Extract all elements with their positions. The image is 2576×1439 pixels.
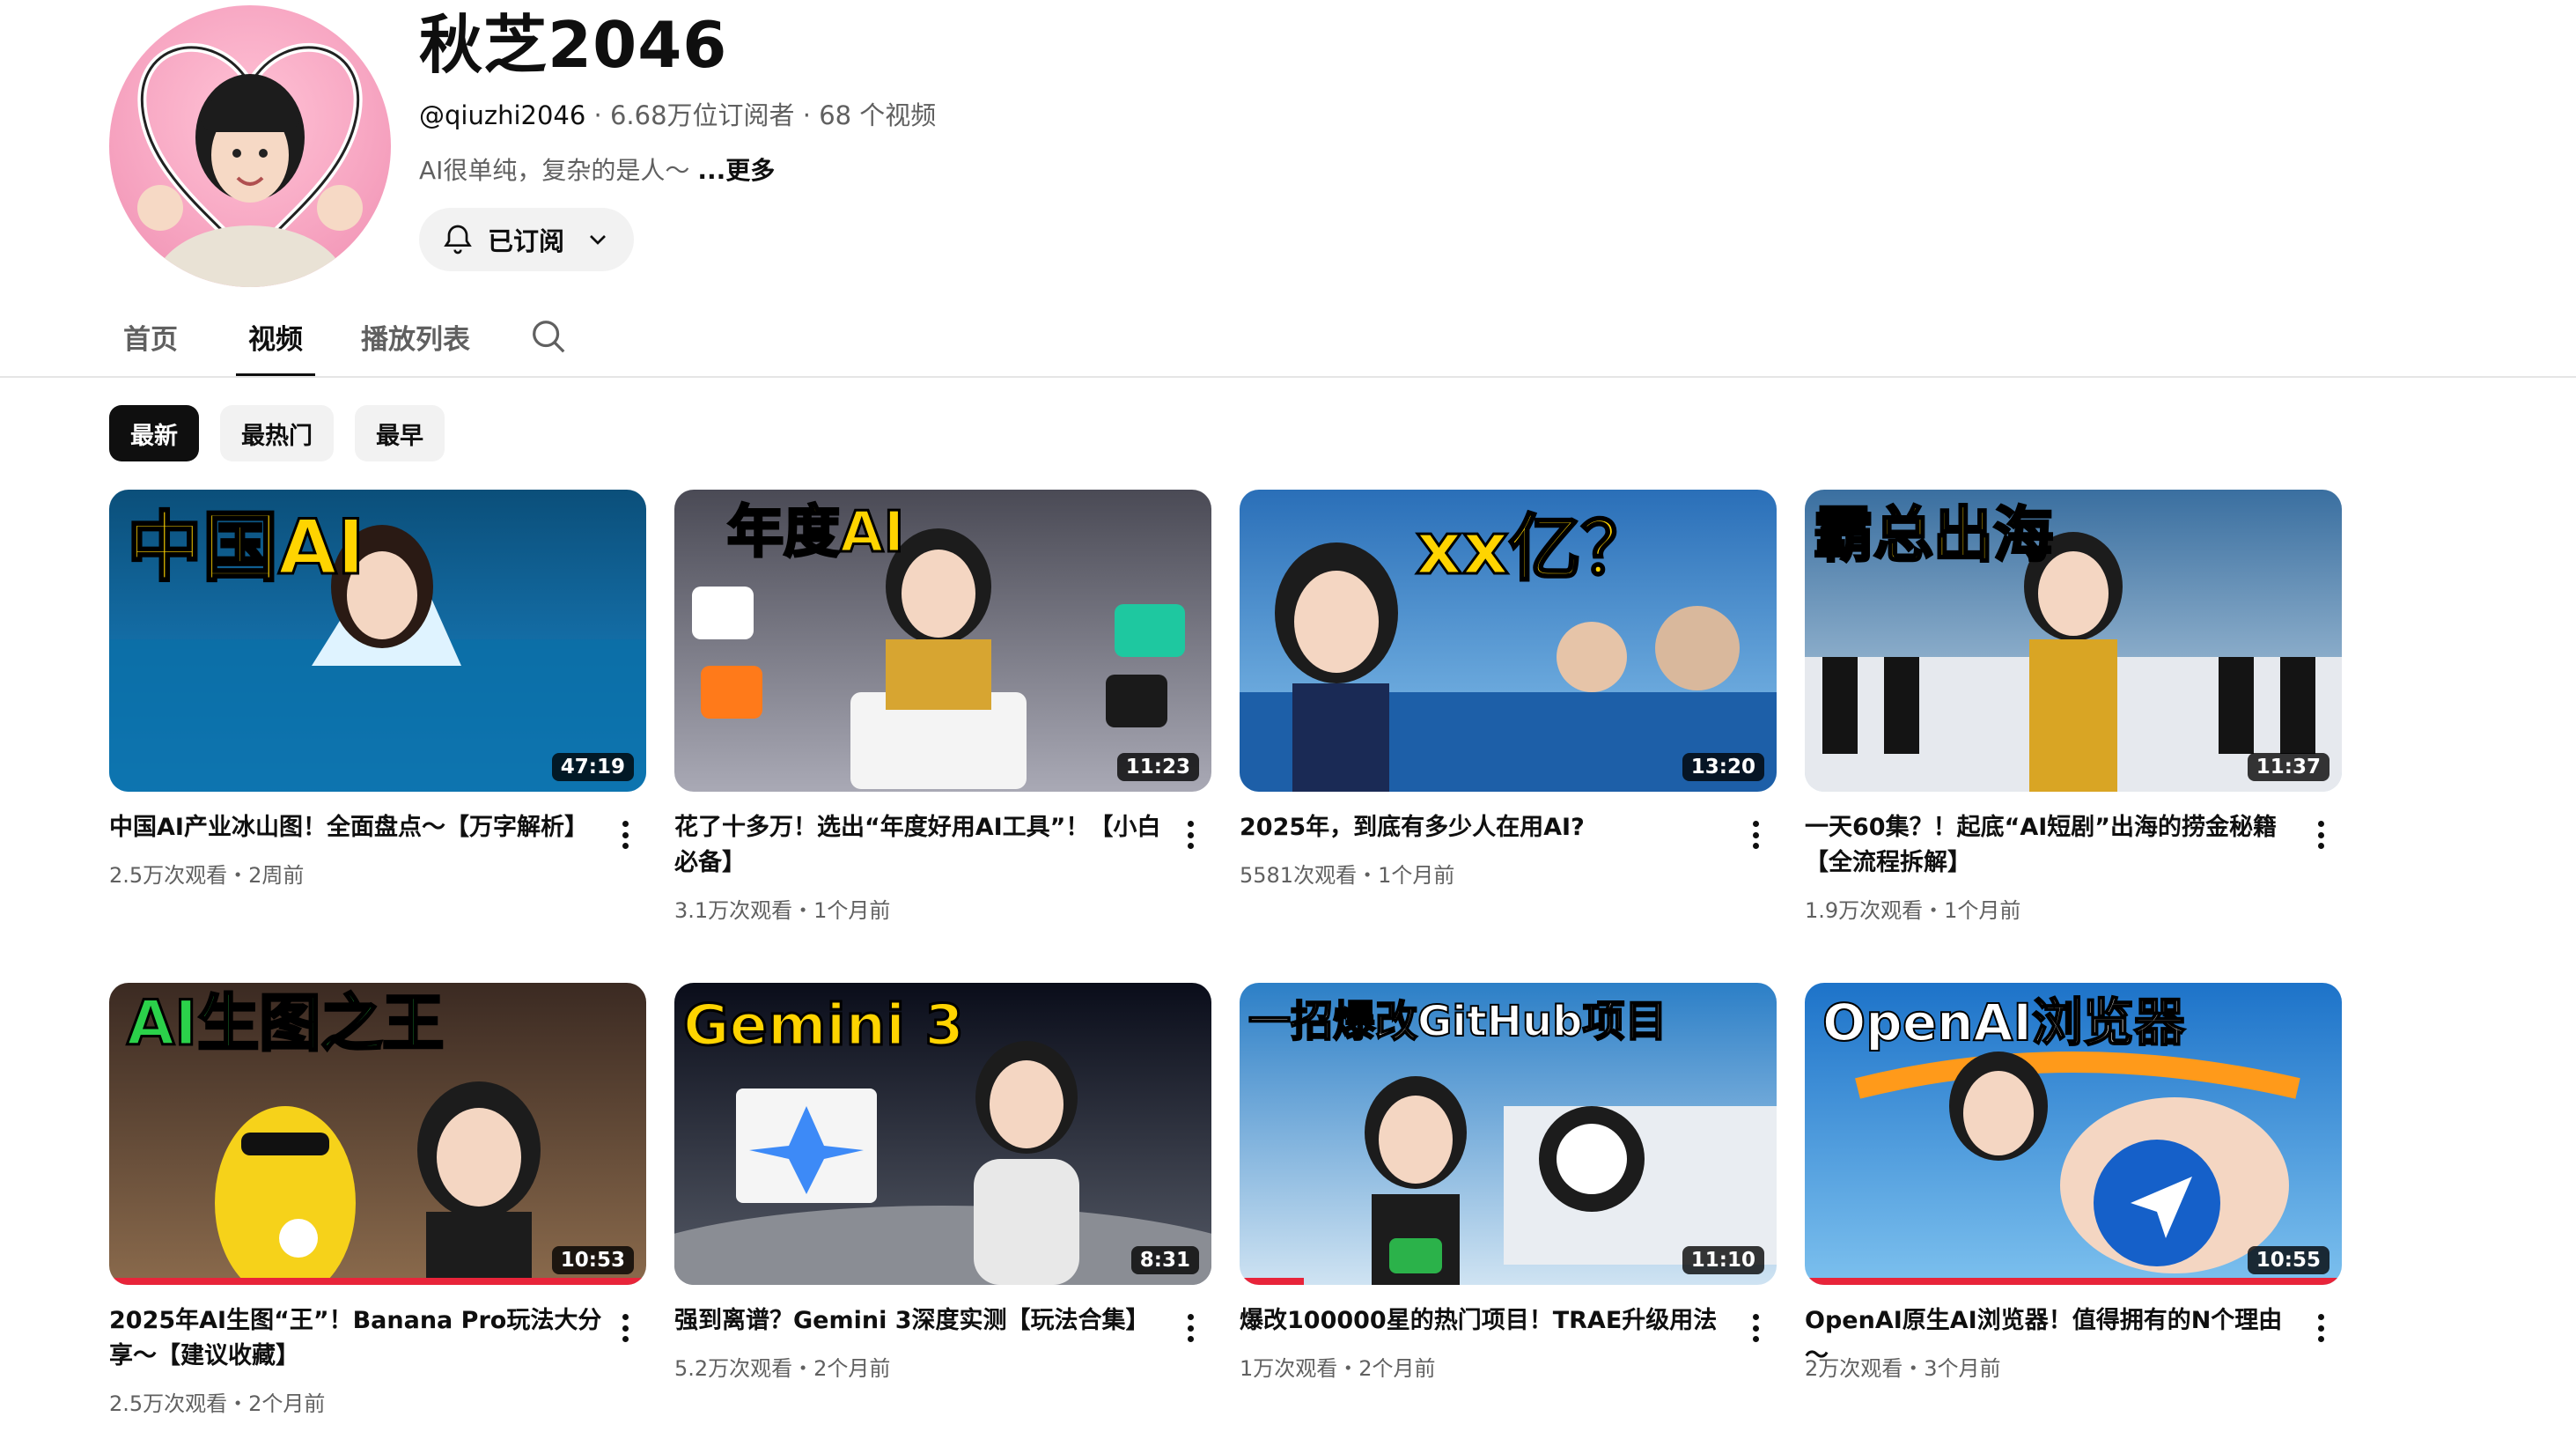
video-title[interactable]: 中国AI产业冰山图！全面盘点～【万字解析】 xyxy=(109,810,602,845)
chip-oldest[interactable]: 最早 xyxy=(355,405,445,461)
video-duration: 8:31 xyxy=(1130,1246,1199,1274)
description-text: AI很单纯，复杂的是人～ xyxy=(419,156,698,185)
thumbnail-title: 一招爆改GitHub项目 xyxy=(1248,997,1667,1046)
thumbnail-title: xx亿？ xyxy=(1416,507,1653,591)
tab-playlists[interactable]: 播放列表 xyxy=(361,296,470,377)
watch-progress-bar xyxy=(1805,1278,2342,1285)
thumbnail-art: 一招爆改GitHub项目 xyxy=(1240,983,1777,1285)
subscribed-label: 已订阅 xyxy=(488,226,565,256)
thumbnail-art: 中国AI xyxy=(109,490,646,792)
more-vert-icon[interactable] xyxy=(1745,1310,1766,1346)
thumbnail-art: Gemini 3 xyxy=(674,983,1211,1285)
video-duration: 10:53 xyxy=(551,1246,634,1274)
tab-home[interactable]: 首页 xyxy=(123,296,178,377)
tab-videos[interactable]: 视频 xyxy=(236,296,315,377)
video-stats: 2.5万次观看・2周前 xyxy=(109,863,305,888)
video-stats: 1.9万次观看・1个月前 xyxy=(1805,898,2021,923)
more-vert-icon[interactable] xyxy=(2310,1310,2331,1346)
thumbnail-art: 霸总出海 xyxy=(1805,490,2342,792)
video-stats: 2万次观看・3个月前 xyxy=(1805,1356,2001,1381)
channel-description[interactable]: AI很单纯，复杂的是人～ ...更多 xyxy=(419,151,775,187)
video-title[interactable]: 花了十多万！选出“年度好用AI工具”！【小白必备】 xyxy=(674,810,1167,881)
video-card: 一招爆改GitHub项目 11:10 爆改100000星的热门项目！TRAE升级… xyxy=(1240,983,1777,1439)
video-card: 霸总出海 11:37 一天60集？！起底“AI短剧”出海的捞金秘籍【全流程拆解】… xyxy=(1805,490,2342,983)
video-stats: 5581次观看・1个月前 xyxy=(1240,863,1455,888)
channel-handle[interactable]: @qiuzhi2046 xyxy=(419,100,585,130)
video-title[interactable]: 一天60集？！起底“AI短剧”出海的捞金秘籍【全流程拆解】 xyxy=(1805,810,2298,881)
more-vert-icon[interactable] xyxy=(1745,817,1766,852)
channel-search-button[interactable] xyxy=(528,296,569,377)
video-title[interactable]: 爆改100000星的热门项目！TRAE升级用法 xyxy=(1240,1303,1733,1339)
video-title[interactable]: 2025年，到底有多少人在用AI? xyxy=(1240,810,1733,845)
video-duration: 47:19 xyxy=(551,753,634,781)
video-card: 中国AI 47:19 中国AI产业冰山图！全面盘点～【万字解析】 2.5万次观看… xyxy=(109,490,646,983)
chevron-down-icon xyxy=(590,235,606,245)
thumbnail-art: 年度AI xyxy=(674,490,1211,792)
video-grid: 中国AI 47:19 中国AI产业冰山图！全面盘点～【万字解析】 2.5万次观看… xyxy=(109,490,2342,1439)
video-stats: 5.2万次观看・2个月前 xyxy=(674,1356,891,1381)
video-card: OpenAI浏览器 10:55 OpenAI原生AI浏览器！值得拥有的N个理由～… xyxy=(1805,983,2342,1439)
thumbnail-title: 霸总出海 xyxy=(1814,501,2053,571)
more-vert-icon[interactable] xyxy=(1180,817,1201,852)
video-card: xx亿？ 13:20 2025年，到底有多少人在用AI? 5581次观看・1个月… xyxy=(1240,490,1777,983)
video-thumbnail[interactable]: xx亿？ 13:20 xyxy=(1240,490,1777,792)
video-stats: 1万次观看・2个月前 xyxy=(1240,1356,1436,1381)
more-link[interactable]: ...更多 xyxy=(697,156,775,185)
more-vert-icon[interactable] xyxy=(615,817,636,852)
video-thumbnail[interactable]: AI生图之王 10:53 xyxy=(109,983,646,1285)
watch-progress-bar xyxy=(1240,1278,1305,1285)
thumbnail-art: AI生图之王 xyxy=(109,983,646,1285)
video-thumbnail[interactable]: 中国AI 47:19 xyxy=(109,490,646,792)
avatar-illustration xyxy=(137,42,363,287)
thumbnail-art: OpenAI浏览器 xyxy=(1805,983,2342,1285)
video-thumbnail[interactable]: 霸总出海 11:37 xyxy=(1805,490,2342,792)
channel-stats: · 6.68万位订阅者 · 68 个视频 xyxy=(585,100,937,130)
video-stats: 2.5万次观看・2个月前 xyxy=(109,1391,326,1416)
video-title[interactable]: 2025年AI生图“王”！Banana Pro玩法大分享～【建议收藏】 xyxy=(109,1303,602,1374)
video-title[interactable]: 强到离谱？Gemini 3深度实测【玩法合集】 xyxy=(674,1303,1167,1339)
video-duration: 11:10 xyxy=(1682,1246,1764,1274)
video-thumbnail[interactable]: Gemini 3 8:31 xyxy=(674,983,1211,1285)
thumbnail-title: Gemini 3 xyxy=(683,993,964,1059)
video-thumbnail[interactable]: 一招爆改GitHub项目 11:10 xyxy=(1240,983,1777,1285)
more-vert-icon[interactable] xyxy=(2310,817,2331,852)
subscribed-button[interactable]: 已订阅 xyxy=(419,208,634,271)
more-vert-icon[interactable] xyxy=(615,1310,636,1346)
channel-meta: @qiuzhi2046 · 6.68万位订阅者 · 68 个视频 xyxy=(419,95,936,132)
video-duration: 11:23 xyxy=(1116,753,1199,781)
sort-chips: 最新 最热门 最早 xyxy=(109,405,445,461)
video-thumbnail[interactable]: 年度AI 11:23 xyxy=(674,490,1211,792)
watch-progress-bar xyxy=(109,1278,646,1285)
video-stats: 3.1万次观看・1个月前 xyxy=(674,898,891,923)
video-duration: 13:20 xyxy=(1682,753,1764,781)
video-thumbnail[interactable]: OpenAI浏览器 10:55 xyxy=(1805,983,2342,1285)
channel-tabs: 首页 视频 播放列表 xyxy=(106,296,569,377)
thumbnail-title: 年度AI xyxy=(727,500,904,565)
video-card: 年度AI 11:23 花了十多万！选出“年度好用AI工具”！【小白必备】 3.1… xyxy=(674,490,1211,983)
thumbnail-title: OpenAI浏览器 xyxy=(1822,993,2186,1052)
video-duration: 11:37 xyxy=(2247,753,2329,781)
search-icon xyxy=(533,321,565,353)
chip-latest[interactable]: 最新 xyxy=(109,405,199,461)
more-vert-icon[interactable] xyxy=(1180,1310,1201,1346)
channel-avatar[interactable] xyxy=(109,5,391,287)
tabs-divider xyxy=(0,376,2576,378)
video-card: AI生图之王 10:53 2025年AI生图“王”！Banana Pro玩法大分… xyxy=(109,983,646,1439)
thumbnail-title: AI生图之王 xyxy=(127,987,444,1059)
thumbnail-title: 中国AI xyxy=(127,504,365,592)
thumbnail-art: xx亿？ xyxy=(1240,490,1777,792)
video-duration: 10:55 xyxy=(2247,1246,2329,1274)
video-card: Gemini 3 8:31 强到离谱？Gemini 3深度实测【玩法合集】 5.… xyxy=(674,983,1211,1439)
chip-popular[interactable]: 最热门 xyxy=(220,405,334,461)
channel-name: 秋芝2046 xyxy=(419,8,728,82)
bell-icon xyxy=(444,225,472,255)
